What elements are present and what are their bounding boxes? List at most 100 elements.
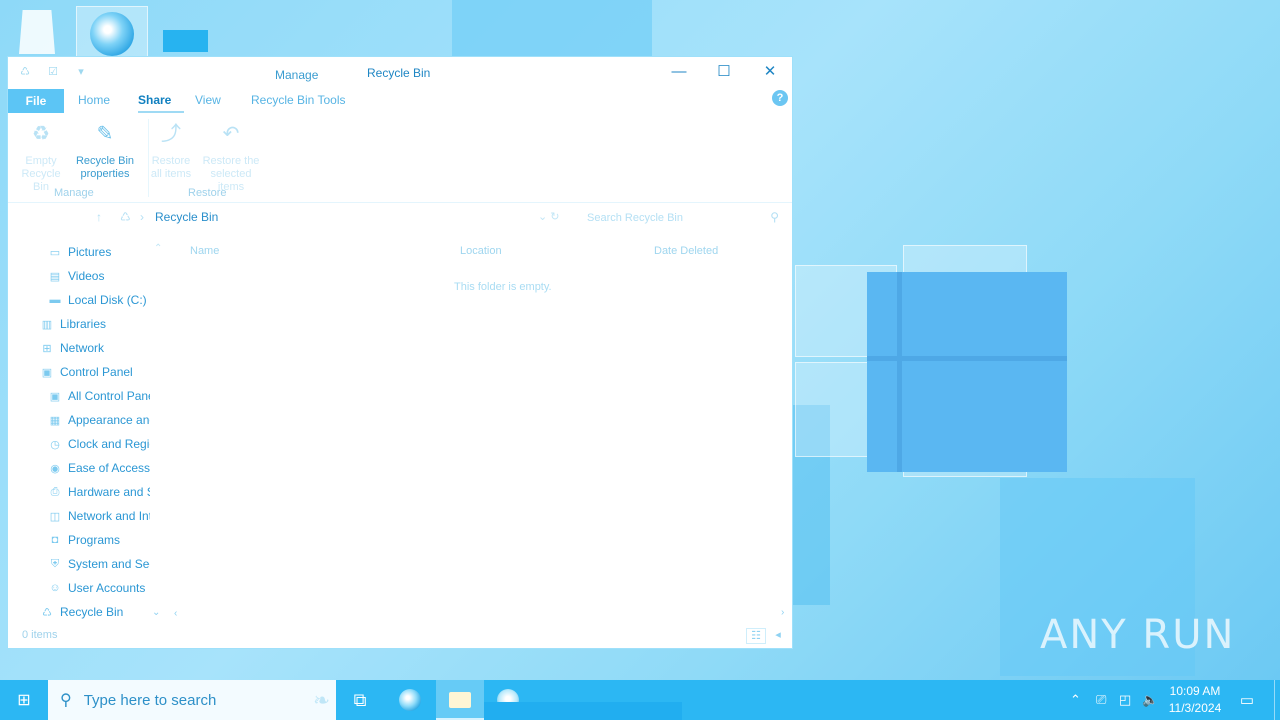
taskbar-search-box[interactable]: ⚲ Type here to search ❧	[48, 680, 336, 720]
tab-file[interactable]: File	[8, 89, 64, 113]
network-internet-icon: ◫	[49, 511, 61, 523]
nav-item-network-internet[interactable]: ◫ Network and Internet	[48, 505, 150, 527]
anyrun-watermark: ANY RUN	[1040, 612, 1240, 672]
nav-label: Programs	[68, 533, 121, 547]
nav-label: Appearance and Personalization	[68, 413, 150, 427]
help-icon[interactable]: ?	[772, 90, 788, 106]
nav-item-network[interactable]: ⊞ Network	[40, 337, 104, 359]
show-desktop-button[interactable]	[1274, 680, 1280, 720]
tab-recycle-bin-tools[interactable]: Recycle Bin Tools	[251, 93, 346, 107]
control-panel-icon: ▣	[49, 391, 61, 403]
tab-home[interactable]: Home	[78, 93, 110, 107]
nav-label: Hardware and Sound	[68, 485, 150, 499]
system-security-icon: ⛨	[50, 558, 60, 570]
clock-time: 10:09 AM	[1169, 684, 1221, 698]
empty-recycle-bin-button[interactable]: ♻ Empty Recycle Bin	[14, 119, 68, 194]
restore-selected-icon: ↶	[222, 123, 240, 145]
network-tray-icon[interactable]: ◰	[1119, 680, 1131, 720]
nav-item-system-security[interactable]: ⛨ System and Security	[48, 553, 150, 575]
notification-center-button[interactable]: ▭	[1232, 680, 1262, 720]
nav-item-appearance[interactable]: ▦ Appearance and Personalization	[48, 409, 150, 431]
quick-access-toolbar: ♺ ☑ ▾	[16, 65, 90, 78]
nav-item-videos[interactable]: ▤ Videos	[48, 265, 105, 287]
maximize-button[interactable]: ☐	[701, 57, 747, 87]
nav-item-local-disk[interactable]: ▬ Local Disk (C:)	[48, 289, 147, 311]
taskbar-file-explorer-button[interactable]	[436, 680, 484, 720]
tray-device-icon[interactable]: ⎚	[1096, 680, 1106, 720]
clock-date: 11/3/2024	[1168, 701, 1222, 715]
item-count: 0 items	[22, 629, 58, 641]
address-path[interactable]: Recycle Bin	[155, 210, 218, 224]
group-label-manage: Manage	[54, 187, 94, 199]
nav-label: User Accounts	[68, 581, 146, 595]
address-dropdown-icon[interactable]: ⌄ ↻	[538, 210, 560, 223]
nav-label: Videos	[68, 269, 105, 283]
start-button[interactable]: ⊞	[0, 680, 48, 720]
desktop-shortcut-icon[interactable]	[163, 30, 208, 52]
title-bar[interactable]: ♺ ☑ ▾ Manage Recycle Bin — ☐ ✕	[8, 57, 792, 89]
videos-icon: ▤	[49, 271, 61, 283]
folder-icon	[449, 692, 471, 708]
context-tab-manage[interactable]: Manage	[275, 68, 318, 82]
windows-icon: ⊞	[17, 692, 31, 709]
nav-item-user-accounts[interactable]: ☺ User Accounts	[48, 577, 145, 599]
taskbar-highlight-strip	[484, 702, 682, 720]
scroll-right-icon[interactable]: ›	[781, 607, 784, 618]
nav-item-recycle-bin[interactable]: ♺ Recycle Bin	[40, 601, 123, 621]
large-icons-view-icon[interactable]: ◂	[768, 628, 788, 644]
edge-icon	[399, 689, 421, 711]
nav-item-all-control-panel[interactable]: ▣ All Control Panel Items	[48, 385, 150, 407]
libraries-icon: ▥	[41, 319, 53, 331]
restore-all-button[interactable]: ⤴ Restore all items	[148, 119, 194, 181]
taskbar-clock[interactable]: 10:09 AM 11/3/2024	[1162, 683, 1228, 717]
clock-icon: ◷	[50, 439, 60, 451]
nav-label: Local Disk (C:)	[68, 293, 147, 307]
nav-item-clock-region[interactable]: ◷ Clock and Region	[48, 433, 150, 455]
wallpaper-blue-square	[867, 272, 1067, 472]
nav-item-control-panel[interactable]: ▣ Control Panel	[40, 361, 133, 383]
desktop-recycle-bin-icon[interactable]	[2, 2, 72, 62]
tab-view[interactable]: View	[195, 93, 221, 107]
tab-share[interactable]: Share	[138, 93, 171, 107]
recycle-bin-small-icon: ♺	[20, 66, 30, 78]
details-view-icon[interactable]: ☷	[746, 628, 766, 644]
nav-item-hardware-sound[interactable]: ⎙ Hardware and Sound	[48, 481, 150, 503]
nav-label: Recycle Bin	[60, 605, 124, 619]
restore-selected-button[interactable]: ↶ Restore the selected items	[196, 119, 266, 194]
minimize-button[interactable]: —	[656, 57, 702, 87]
recycle-bin-properties-button[interactable]: ✎ Recycle Bin properties	[74, 119, 136, 181]
nav-item-programs[interactable]: ◘ Programs	[48, 529, 120, 551]
chevron-right-icon[interactable]: ›	[140, 210, 144, 224]
search-input[interactable]	[583, 207, 781, 229]
nav-label: Libraries	[60, 317, 107, 331]
column-header-name[interactable]: Name	[190, 245, 219, 257]
task-view-button[interactable]: ⧉	[336, 680, 384, 720]
file-list[interactable]: ⌃ Name Location Date Deleted This folder…	[154, 241, 790, 621]
nav-label: Network and Internet	[68, 509, 150, 523]
nav-label: Network	[60, 341, 105, 355]
nav-item-ease-of-access[interactable]: ◉ Ease of Access	[48, 457, 150, 479]
file-explorer-window[interactable]: ♺ ☑ ▾ Manage Recycle Bin — ☐ ✕ File Home…	[7, 56, 793, 649]
column-header-date-deleted[interactable]: Date Deleted	[654, 245, 718, 257]
nav-label: Pictures	[68, 245, 112, 259]
taskbar-edge-button[interactable]	[386, 680, 434, 720]
volume-tray-icon[interactable]: 🔈	[1142, 680, 1158, 720]
status-bar: 0 items ☷ ◂	[8, 624, 792, 648]
restore-all-icon: ⤴	[161, 123, 181, 145]
column-header-location[interactable]: Location	[460, 245, 502, 257]
navigation-pane[interactable]: ▭ Pictures ▤ Videos ▬ Local Disk (C:) ▥ Libr…	[8, 241, 150, 621]
search-box[interactable]: ⚲	[583, 207, 781, 229]
ease-of-access-icon: ◉	[50, 463, 60, 475]
desktop-edge-icon[interactable]	[76, 6, 148, 62]
nav-item-libraries[interactable]: ▥ Libraries	[40, 313, 106, 335]
ribbon-tabs: File Home Share View Recycle Bin Tools ?	[8, 89, 792, 113]
customize-qat-icon[interactable]: ▾	[72, 65, 90, 78]
taskbar: ⊞ ⚲ Type here to search ❧ ⧉ ⌃ ⎚ ◰ 🔈 10:0…	[0, 680, 1280, 720]
show-hidden-icons-button[interactable]: ⌃	[1070, 680, 1081, 720]
nav-item-pictures[interactable]: ▭ Pictures	[48, 241, 112, 263]
task-view-icon: ⧉	[353, 689, 367, 710]
close-button[interactable]: ✕	[747, 57, 793, 87]
search-icon: ⚲	[60, 692, 72, 709]
properties-qat-icon[interactable]: ☑	[44, 65, 62, 78]
up-arrow-icon[interactable]: ↑	[96, 210, 102, 224]
